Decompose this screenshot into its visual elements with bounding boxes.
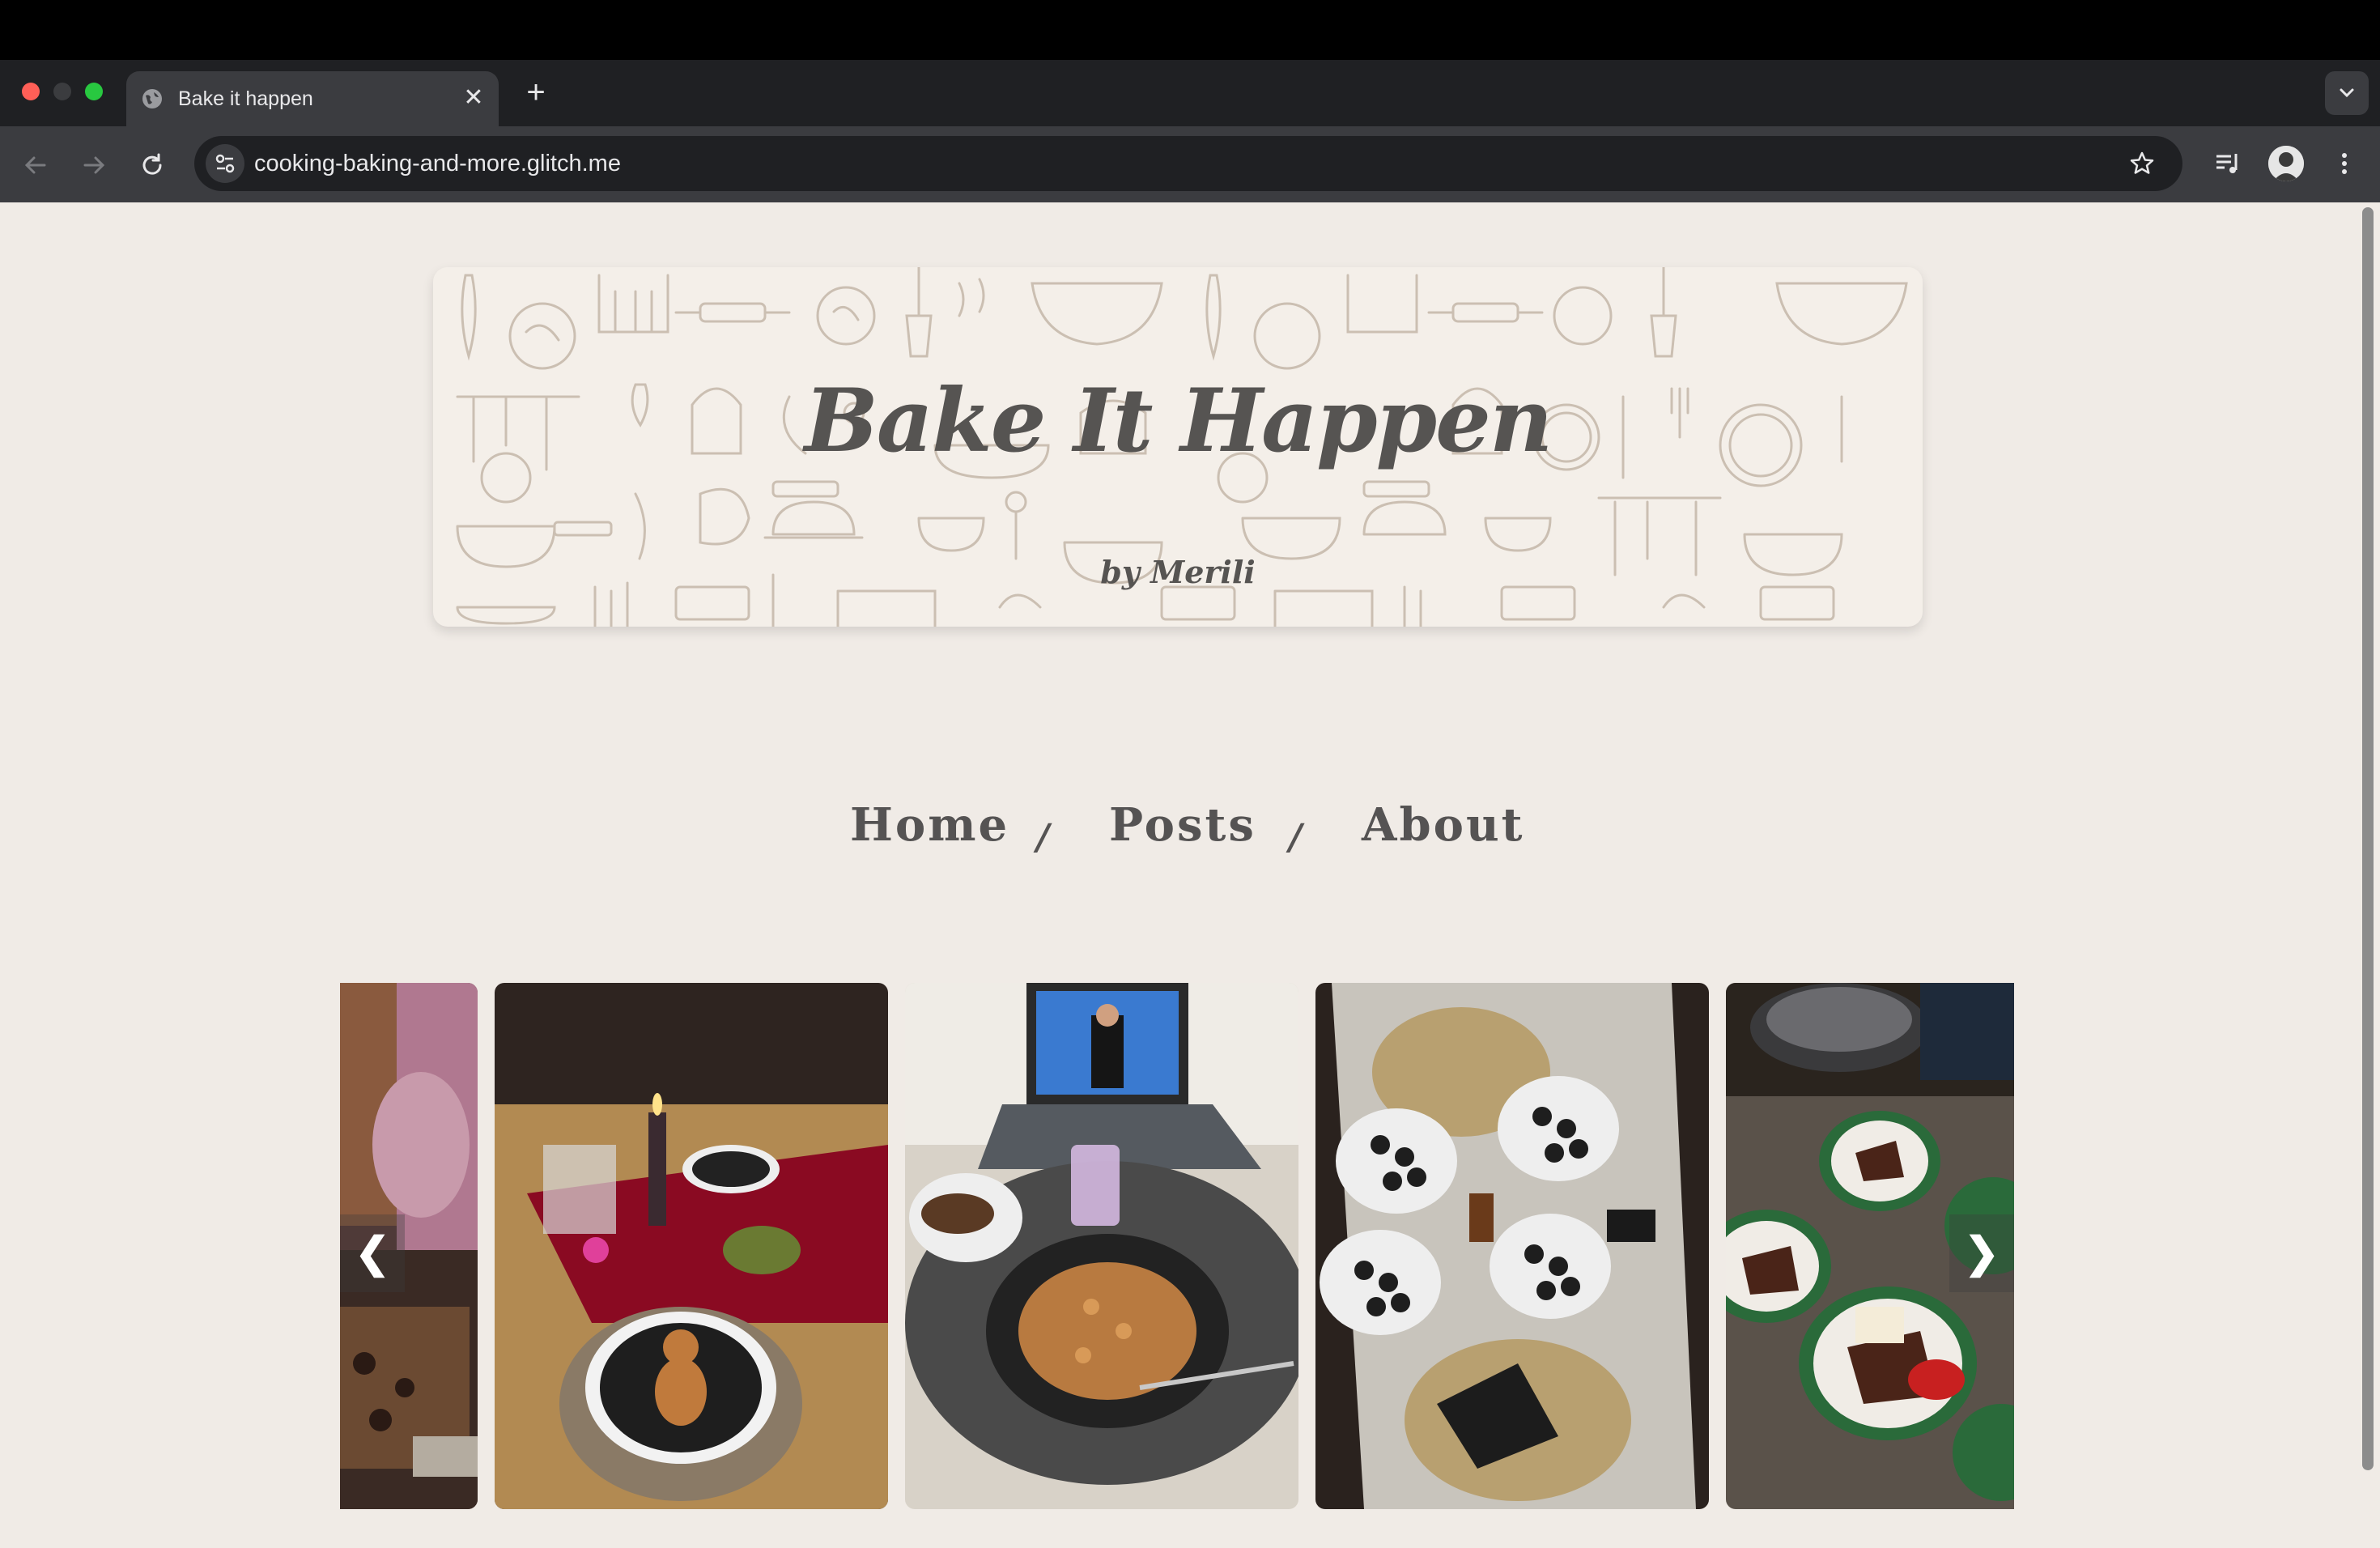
- media-controls-button[interactable]: [2208, 144, 2247, 183]
- photo-carousel: [340, 983, 2014, 1509]
- tab-title: Bake it happen: [178, 87, 313, 110]
- minimize-window-button[interactable]: [53, 83, 71, 100]
- globe-icon: [142, 89, 162, 108]
- site-info-button[interactable]: [206, 144, 244, 183]
- carousel-slide[interactable]: [1315, 983, 1709, 1509]
- browser-menu-button[interactable]: [2325, 144, 2364, 183]
- forward-button[interactable]: [74, 146, 113, 185]
- star-icon: [2130, 151, 2154, 174]
- site-subtitle: by Merili: [1100, 554, 1256, 590]
- page-viewport: Bake It Happen by Merili Home / Posts / …: [0, 202, 2357, 1548]
- carousel-slide[interactable]: [905, 983, 1298, 1509]
- pasta-laptop-photo: [905, 983, 1298, 1509]
- back-arrow-icon: [24, 156, 46, 174]
- sushi-table-photo: [1315, 983, 1709, 1509]
- url-text[interactable]: cooking-baking-and-more.glitch.me: [254, 149, 621, 178]
- user-avatar-icon: [2268, 146, 2304, 181]
- scrollbar-thumb[interactable]: [2362, 207, 2374, 1470]
- new-tab-button[interactable]: +: [518, 74, 554, 110]
- more-vert-icon: [2342, 153, 2347, 174]
- reload-icon: [142, 153, 162, 175]
- reload-button[interactable]: [133, 146, 172, 185]
- page-scrollbar[interactable]: [2357, 202, 2380, 1548]
- nav-posts-link[interactable]: Posts: [1109, 799, 1256, 851]
- nav-separator: /: [1289, 817, 1303, 858]
- site-title: Bake It Happen: [804, 370, 1553, 472]
- carousel-slide[interactable]: [495, 983, 888, 1509]
- close-tab-button[interactable]: ✕: [460, 84, 487, 112]
- nav-home-link[interactable]: Home: [850, 799, 1009, 851]
- maximize-window-button[interactable]: [85, 83, 103, 100]
- back-button[interactable]: [16, 146, 55, 185]
- address-bar[interactable]: cooking-baking-and-more.glitch.me: [194, 136, 2182, 191]
- carousel-prev-button[interactable]: ❮: [340, 1214, 405, 1292]
- forward-arrow-icon: [83, 156, 105, 174]
- tab-search-button[interactable]: [2325, 71, 2369, 115]
- carousel-next-button[interactable]: ❯: [1949, 1214, 2014, 1292]
- queue-music-icon: [2216, 154, 2238, 173]
- bookmark-button[interactable]: [2124, 146, 2160, 181]
- profile-avatar[interactable]: [2268, 146, 2304, 181]
- main-navigation: Home / Posts / About: [0, 781, 2357, 862]
- tune-icon: [215, 154, 235, 173]
- site-banner: Bake It Happen by Merili: [433, 267, 1923, 627]
- nav-about-link[interactable]: About: [1362, 799, 1525, 851]
- gingerbread-dinner-photo: [495, 983, 888, 1509]
- nav-separator: /: [1036, 817, 1050, 858]
- chevron-down-icon: [2340, 88, 2354, 98]
- browser-tab[interactable]: Bake it happen ✕: [126, 71, 499, 126]
- close-window-button[interactable]: [22, 83, 40, 100]
- menu-bar: [0, 0, 2380, 60]
